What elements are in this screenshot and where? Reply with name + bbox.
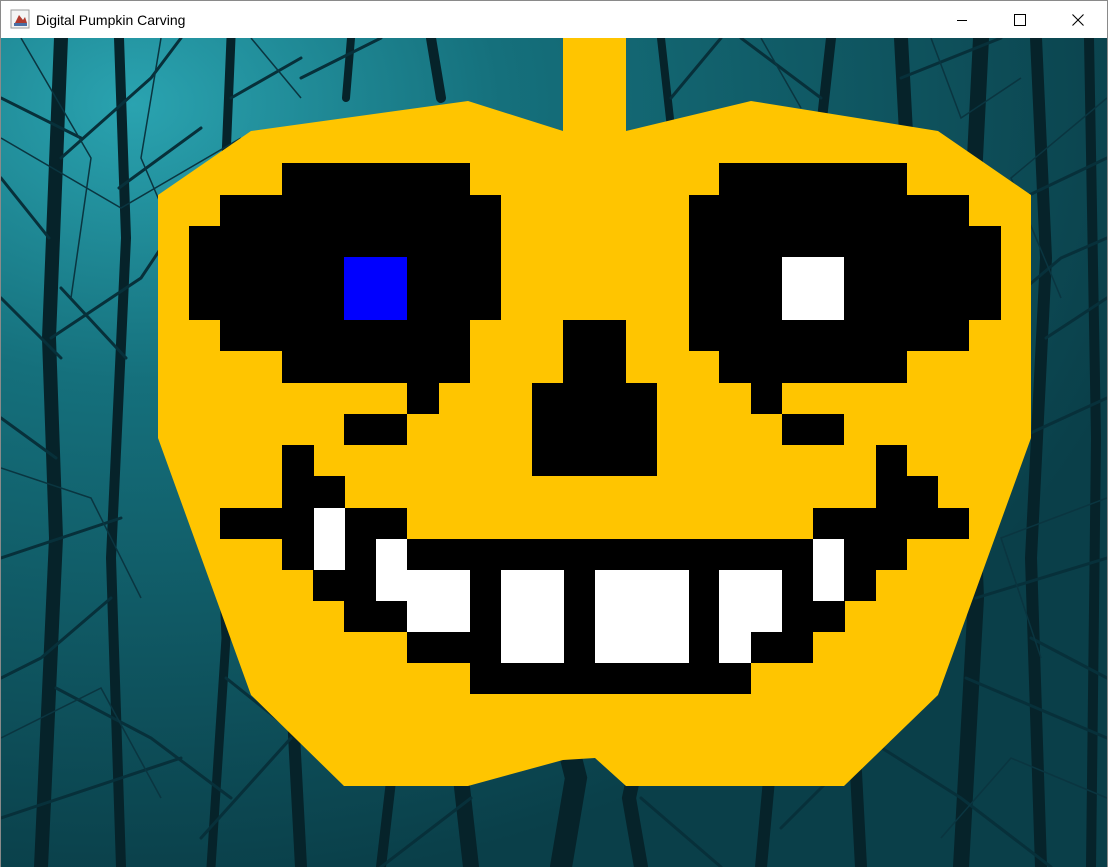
tooth	[407, 601, 470, 632]
window-title: Digital Pumpkin Carving	[36, 12, 186, 28]
left-pupil	[344, 257, 407, 320]
pumpkin-scene	[1, 38, 1107, 867]
minimize-button[interactable]	[933, 1, 991, 38]
title-bar[interactable]: Digital Pumpkin Carving	[1, 1, 1107, 38]
tooth	[314, 508, 345, 570]
close-button[interactable]	[1049, 1, 1107, 38]
tooth	[813, 539, 844, 601]
close-icon	[1072, 13, 1084, 26]
tooth	[376, 539, 407, 570]
right-pupil	[782, 257, 844, 320]
tooth	[719, 632, 751, 663]
tooth	[376, 570, 470, 601]
app-window: Digital Pumpkin Carving	[0, 0, 1108, 867]
tooth	[719, 570, 782, 632]
minimize-icon	[956, 14, 968, 26]
java-cup-icon	[10, 9, 30, 29]
pumpkin-stem	[563, 38, 626, 133]
maximize-icon	[1014, 13, 1026, 26]
tooth	[595, 570, 689, 663]
maximize-button[interactable]	[991, 1, 1049, 38]
tooth	[501, 570, 564, 663]
drawing-canvas[interactable]	[1, 38, 1107, 867]
